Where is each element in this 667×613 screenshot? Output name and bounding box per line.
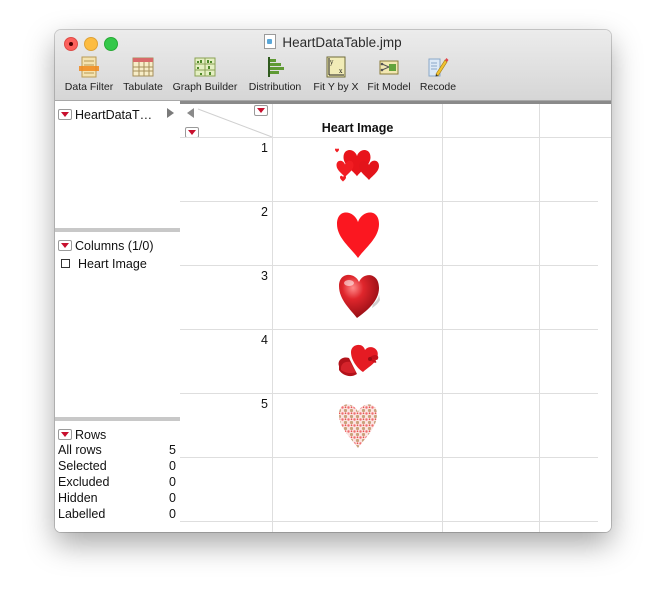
fit-model-button[interactable]: Fit Model: [366, 54, 412, 93]
column-name: Heart Image: [78, 257, 147, 271]
recode-button[interactable]: Recode: [417, 54, 459, 93]
cluster-of-red-hearts-image: [334, 148, 379, 182]
columns-count-label: Columns (1/0): [75, 239, 154, 253]
stat-value: 0: [169, 459, 176, 473]
row-divider: [180, 521, 598, 522]
heart-image-cell[interactable]: [273, 266, 442, 329]
row-number[interactable]: 5: [188, 397, 268, 411]
title-bar: HeartDataTable.jmp Data Filter Tabulate: [55, 30, 611, 101]
row-number[interactable]: 4: [188, 333, 268, 347]
row-number[interactable]: 2: [188, 205, 268, 219]
fit-y-by-x-icon: y x: [326, 56, 346, 78]
toolbar: Data Filter Tabulate Graph Builder Distr…: [55, 54, 611, 98]
tabulate-label: Tabulate: [123, 81, 163, 93]
graph-builder-button[interactable]: Graph Builder: [170, 54, 240, 93]
row-divider: [180, 457, 598, 458]
rows-label: Rows: [75, 428, 107, 442]
window-title: HeartDataTable.jmp: [55, 34, 611, 50]
heart-gift-box-with-bow-image: [338, 344, 378, 377]
fit-model-icon: [379, 60, 399, 75]
rows-stat-labelled: Labelled 0: [58, 507, 176, 521]
jmp-document-icon: [264, 34, 277, 49]
stat-value: 0: [169, 475, 176, 489]
data-filter-button[interactable]: Data Filter: [63, 54, 115, 93]
heart-made-of-small-hearts-image: [338, 404, 377, 448]
heart-image-cell[interactable]: [273, 394, 442, 457]
svg-text:y: y: [329, 59, 334, 66]
heart-image-cell[interactable]: [273, 138, 442, 201]
heart-image-cell[interactable]: [273, 330, 442, 393]
fit-y-by-x-label: Fit Y by X: [313, 81, 359, 93]
recode-label: Recode: [419, 81, 457, 93]
table-name-label[interactable]: HeartDataT…: [75, 108, 152, 122]
data-filter-icon: [79, 56, 99, 78]
heart-image-cell[interactable]: [273, 202, 442, 265]
stat-label: Hidden: [58, 491, 98, 505]
column-divider: [442, 104, 443, 532]
left-pane: HeartDataT… Columns (1/0) Heart Image Ro…: [55, 101, 183, 532]
column-list-item[interactable]: Heart Image: [61, 255, 147, 273]
graph-builder-icon: [194, 57, 216, 77]
rows-panel-header: Rows: [58, 426, 106, 444]
stat-value: 0: [169, 507, 176, 521]
distribution-label: Distribution: [248, 81, 302, 93]
row-number[interactable]: 3: [188, 269, 268, 283]
columns-panel-header: Columns (1/0): [58, 237, 154, 255]
expand-arrow-icon[interactable]: [167, 108, 174, 118]
table-panel: HeartDataT…: [55, 101, 180, 228]
column-type-icon: [61, 259, 70, 268]
table-panel-header: HeartDataT…: [58, 106, 176, 124]
columns-header-red-triangle-menu[interactable]: [254, 105, 268, 116]
fit-model-label: Fit Model: [367, 81, 411, 93]
glossy-3d-red-heart-image: [338, 274, 380, 318]
rows-stat-all: All rows 5: [58, 443, 176, 457]
rows-stat-selected: Selected 0: [58, 459, 176, 473]
column-header-heart-image[interactable]: Heart Image: [273, 121, 442, 135]
stat-label: All rows: [58, 443, 102, 457]
stat-label: Labelled: [58, 507, 106, 521]
column-divider: [539, 104, 540, 532]
jmp-data-table-window: HeartDataTable.jmp Data Filter Tabulate: [55, 30, 611, 532]
graph-builder-label: Graph Builder: [172, 81, 238, 93]
columns-red-triangle-menu[interactable]: [58, 240, 72, 251]
window-title-text: HeartDataTable.jmp: [282, 35, 402, 50]
columns-panel: Columns (1/0) Heart Image: [55, 232, 180, 417]
stat-value: 5: [169, 443, 176, 457]
stat-label: Excluded: [58, 475, 110, 489]
stat-label: Selected: [58, 459, 107, 473]
solid-red-heart-image: [336, 212, 379, 258]
scroll-left-arrow-icon[interactable]: [187, 108, 194, 118]
data-grid: Heart Image 1 2 3 4 5: [180, 101, 611, 532]
distribution-button[interactable]: Distribution: [245, 54, 305, 93]
distribution-icon: [268, 57, 284, 77]
rows-stat-excluded: Excluded 0: [58, 475, 176, 489]
recode-icon: [428, 58, 449, 77]
data-filter-label: Data Filter: [64, 81, 114, 93]
stat-value: 0: [169, 491, 176, 505]
tabulate-icon: [132, 57, 154, 77]
tabulate-button[interactable]: Tabulate: [121, 54, 165, 93]
rows-red-triangle-menu[interactable]: [58, 429, 72, 440]
rows-panel: Rows All rows 5 Selected 0 Excluded 0 Hidde…: [55, 421, 180, 532]
fit-y-by-x-button[interactable]: y x Fit Y by X: [311, 54, 361, 93]
row-number[interactable]: 1: [188, 141, 268, 155]
rows-stat-hidden: Hidden 0: [58, 491, 176, 505]
table-red-triangle-menu[interactable]: [58, 109, 72, 120]
